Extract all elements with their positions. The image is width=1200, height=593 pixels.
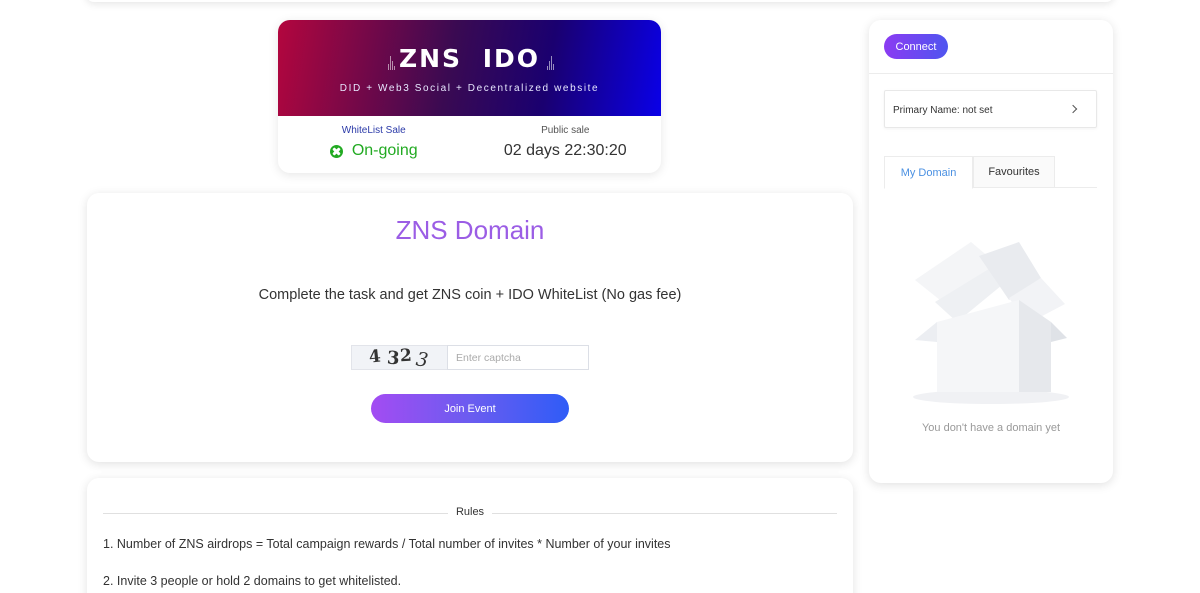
tab-my-domain[interactable]: My Domain xyxy=(884,156,973,189)
whitelist-sale-column: WhiteList Sale On-going xyxy=(278,116,470,173)
primary-name-row[interactable]: Primary Name: not set xyxy=(884,90,1097,128)
captcha-char: 2 xyxy=(399,345,413,367)
empty-state-text: You don't have a domain yet xyxy=(921,422,1061,434)
rule-item: 2. Invite 3 people or hold 2 domains to … xyxy=(103,574,402,588)
public-sale-column: Public sale 02 days 22:30:20 xyxy=(470,116,662,173)
domain-card: ZNS Domain Complete the task and get ZNS… xyxy=(87,193,853,462)
top-header-bar xyxy=(86,0,1114,2)
empty-box-icon xyxy=(913,242,1069,404)
domain-tabs: My Domain Favourites xyxy=(884,156,1097,189)
check-circle-icon xyxy=(329,144,343,158)
rules-heading: Rules xyxy=(448,506,492,518)
captcha-char: 3 xyxy=(414,348,430,370)
rule-item: 1. Number of ZNS airdrops = Total campai… xyxy=(103,537,671,551)
connect-wallet-button[interactable]: Connect xyxy=(884,34,948,59)
rules-card: Rules 1. Number of ZNS airdrops = Total … xyxy=(87,478,853,593)
public-sale-countdown: 02 days 22:30:20 xyxy=(503,142,627,159)
domain-title: ZNS Domain xyxy=(395,215,545,245)
account-sidebar: Connect Primary Name: not set My Domain … xyxy=(869,20,1113,483)
sidebar-divider xyxy=(869,73,1113,74)
tab-favourites[interactable]: Favourites xyxy=(973,156,1055,188)
ido-status-row: WhiteList Sale On-going Public sale 02 d… xyxy=(278,116,661,173)
captcha-image[interactable]: 4 3 2 3 xyxy=(351,345,447,370)
whitelist-status: On-going xyxy=(278,142,470,160)
domain-description: Complete the task and get ZNS coin + IDO… xyxy=(258,287,682,303)
ido-subtitle: DID + Web3 Social + Decentralized websit… xyxy=(339,83,600,94)
captcha-row: 4 3 2 3 xyxy=(351,345,589,370)
captcha-char: 4 xyxy=(367,346,382,368)
primary-name-label: Primary Name: not set xyxy=(893,105,993,116)
ido-title: ZNS IDO xyxy=(398,44,541,73)
chevron-right-icon xyxy=(1068,104,1078,114)
join-event-button[interactable]: Join Event xyxy=(371,394,569,423)
whitelist-sale-label: WhiteList Sale xyxy=(341,125,406,136)
sound-wave-icon xyxy=(546,52,556,70)
captcha-char: 3 xyxy=(386,347,401,370)
ido-card: ZNS IDO DID + Web3 Social + Decentralize… xyxy=(278,20,661,173)
whitelist-status-text: On-going xyxy=(351,142,418,159)
captcha-input[interactable] xyxy=(447,345,589,370)
ido-banner: ZNS IDO DID + Web3 Social + Decentralize… xyxy=(278,20,661,116)
public-sale-label: Public sale xyxy=(541,125,590,136)
